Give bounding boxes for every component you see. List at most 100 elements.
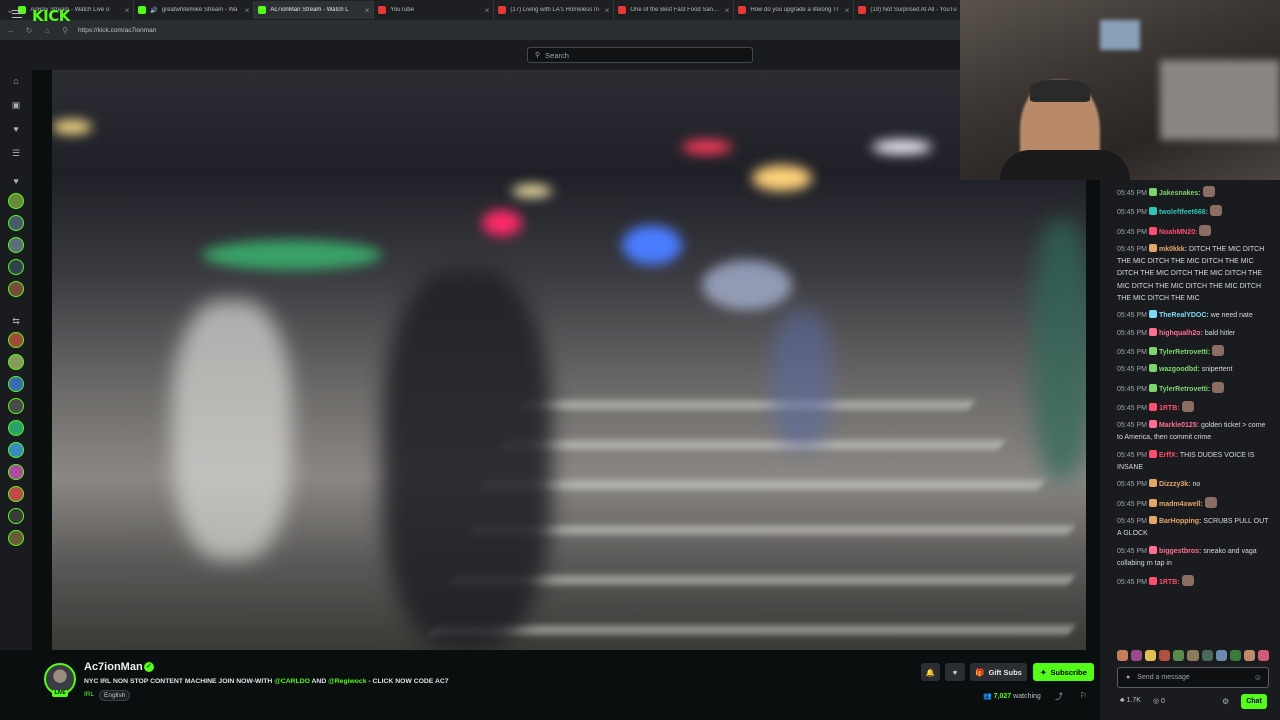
clips-icon[interactable]: ☰	[11, 148, 21, 158]
chat-username[interactable]: BarHopping:	[1159, 518, 1201, 525]
chat-username[interactable]: TheRealYDOC:	[1159, 312, 1209, 319]
menu-icon[interactable]	[12, 10, 22, 18]
browser-tab[interactable]: How do you upgrade a lifelong Tr ×	[734, 1, 855, 19]
emote-icon[interactable]	[1117, 650, 1129, 661]
language-tag[interactable]: English	[99, 690, 131, 701]
channel-avatar[interactable]	[8, 420, 24, 436]
home-icon[interactable]: ⌂	[11, 76, 21, 86]
chat-username[interactable]: wazgoodbd:	[1159, 366, 1200, 373]
channel-avatar[interactable]	[8, 281, 24, 297]
chat-timestamp: 05:45 PM	[1117, 547, 1147, 555]
channel-avatar[interactable]	[8, 332, 24, 348]
chat-username[interactable]: Dizzzy3k:	[1159, 481, 1191, 488]
emote-icon[interactable]	[1131, 650, 1143, 661]
channel-avatar[interactable]	[8, 508, 24, 524]
follow-button[interactable]: ♥	[945, 663, 965, 681]
mention-link[interactable]: @CARLDO	[274, 678, 310, 685]
tab-close-icon[interactable]: ×	[245, 6, 250, 15]
channel-avatar[interactable]	[8, 354, 24, 370]
chat-input[interactable]: ● Send a message ☺	[1117, 667, 1269, 688]
emote-icon[interactable]	[1215, 650, 1227, 661]
browser-address-bar: ← ↻ ⌂ ⚲ https://kick.com/ac7ionman	[0, 20, 960, 40]
browser-tab[interactable]: One of the Best Fast Food Sandwi ×	[614, 1, 735, 19]
tab-close-icon[interactable]: ×	[125, 6, 130, 15]
tab-close-icon[interactable]: ×	[485, 6, 490, 15]
chat-username[interactable]: madm4xwell:	[1159, 501, 1203, 508]
more-icon[interactable]: ⚐	[1080, 691, 1087, 700]
chat-message: 05:45 PM NoahMN20:	[1117, 224, 1269, 239]
search-icon: ⚲	[535, 52, 541, 59]
browser-tab[interactable]: YouTube ×	[374, 1, 495, 19]
chat-username[interactable]: NoahMN20:	[1159, 229, 1198, 236]
category-link[interactable]: IRL	[84, 691, 94, 698]
search-input[interactable]: ⚲ Search	[527, 47, 753, 63]
subscribe-button[interactable]: ✦ Subscribe	[1033, 663, 1094, 681]
chat-timestamp: 05:45 PM	[1117, 404, 1147, 412]
points-stat[interactable]: ◎ 0	[1153, 697, 1165, 705]
user-badge-icon	[1148, 420, 1157, 429]
chat-username[interactable]: twoleftfeet666:	[1159, 209, 1208, 216]
emote-icon[interactable]	[1173, 650, 1185, 661]
emote-icon[interactable]	[1187, 650, 1199, 661]
browser-tab[interactable]: (19) Not Surprised At All - YouTu×	[854, 1, 975, 19]
user-badge-icon	[1148, 243, 1157, 252]
emote-strip	[1117, 650, 1270, 662]
kick-logo[interactable]: KICK	[32, 7, 70, 25]
emote-icon[interactable]	[1229, 650, 1241, 661]
url-text[interactable]: https://kick.com/ac7ionman	[78, 27, 156, 34]
mention-link[interactable]: @Regiwock	[328, 678, 366, 685]
reload-icon[interactable]: ↻	[24, 26, 34, 35]
chat-timestamp: 05:45 PM	[1117, 245, 1147, 253]
tab-close-icon[interactable]: ×	[365, 6, 370, 15]
tab-close-icon[interactable]: ×	[725, 6, 730, 15]
chat-username[interactable]: ErffX:	[1159, 452, 1178, 459]
chat-username[interactable]: 1RTB:	[1159, 405, 1180, 412]
video-player[interactable]	[52, 70, 1086, 650]
channel-avatar[interactable]	[8, 193, 24, 209]
channel-avatar[interactable]	[8, 464, 24, 480]
chat-send-button[interactable]: Chat	[1241, 694, 1267, 709]
channel-avatar[interactable]	[8, 530, 24, 546]
gift-subs-button[interactable]: 🎁 Gift Subs	[970, 663, 1027, 681]
chat-username[interactable]: Markle0125:	[1159, 422, 1199, 429]
home-icon[interactable]: ⌂	[42, 26, 52, 35]
emote-icon[interactable]	[1145, 650, 1157, 661]
chat-messages[interactable]: 05:45 PM Jakesnakes: 05:45 PM twoleftfeet66…	[1117, 186, 1269, 646]
emote-icon[interactable]	[1243, 650, 1255, 661]
chat-username[interactable]: Jakesnakes:	[1159, 190, 1201, 197]
chat-message: 05:45 PM ErffX: THIS DUDES VOICE IS INSAN…	[1117, 449, 1269, 475]
emoji-icon[interactable]: ☺	[1254, 673, 1262, 682]
channel-avatar[interactable]	[8, 442, 24, 458]
tab-close-icon[interactable]: ×	[605, 6, 610, 15]
user-badge-icon	[1148, 498, 1157, 507]
share-icon[interactable]: ⤴	[1055, 691, 1063, 702]
chat-username[interactable]: highqualh2o:	[1159, 330, 1203, 337]
channel-avatar[interactable]	[8, 486, 24, 502]
tab-close-icon[interactable]: ×	[845, 6, 850, 15]
emote-icon[interactable]	[1201, 650, 1213, 661]
emote-icon[interactable]	[1159, 650, 1171, 661]
chat-username[interactable]: biggestbros:	[1159, 548, 1201, 555]
channel-avatar[interactable]	[8, 376, 24, 392]
emote-icon[interactable]	[1257, 650, 1270, 661]
channel-avatar[interactable]	[8, 259, 24, 275]
channel-avatar[interactable]	[8, 237, 24, 253]
chat-username[interactable]: mk0kkk:	[1159, 246, 1187, 253]
tab-audio-icon[interactable]: 🔊	[150, 7, 157, 14]
channel-name[interactable]: Ac7ionMan	[84, 661, 143, 673]
browser-tab[interactable]: (17) Living with LA's Homeless In ×	[494, 1, 615, 19]
chat-username[interactable]: TylerRetrovetti:	[1159, 349, 1210, 356]
back-icon[interactable]: ←	[6, 26, 16, 35]
browser-tab[interactable]: Ac7ionMan Stream - Watch L ×	[254, 1, 375, 19]
chat-username[interactable]: TylerRetrovetti:	[1159, 386, 1210, 393]
notification-bell-button[interactable]: 🔔	[921, 663, 940, 681]
browse-icon[interactable]: ▣	[11, 100, 21, 110]
stream-title-mid: AND	[309, 678, 329, 685]
following-icon[interactable]: ♥	[11, 124, 21, 134]
browser-tab[interactable]: 🔊 greatwhitemike Stream - Wa ×	[134, 1, 255, 19]
channel-avatar[interactable]	[8, 398, 24, 414]
gear-icon[interactable]: ⚙	[1222, 697, 1229, 706]
chat-username[interactable]: 1RTB:	[1159, 579, 1180, 586]
site-info-icon[interactable]: ⚲	[60, 26, 70, 35]
channel-avatar[interactable]	[8, 215, 24, 231]
